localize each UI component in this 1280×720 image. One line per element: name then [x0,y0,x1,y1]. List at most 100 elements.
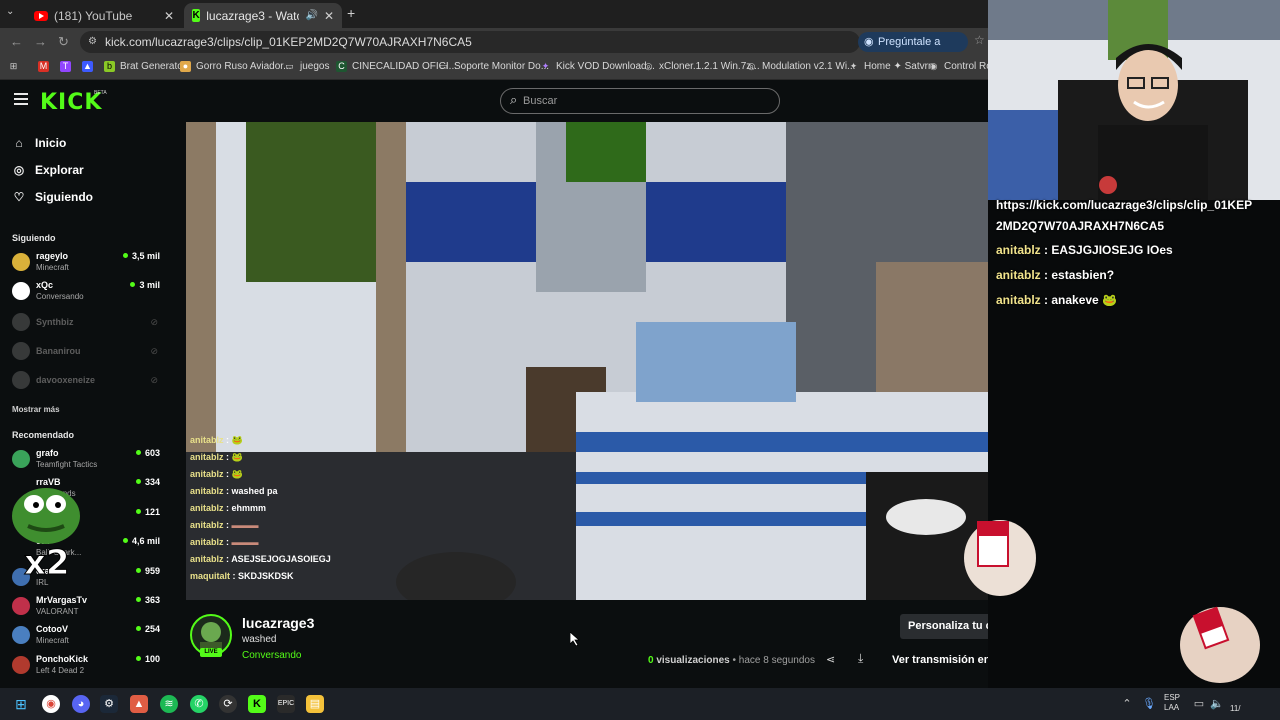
channel-name: Synthbiz [36,317,74,327]
bookmark-soporte[interactable]: ▭ Soporte Monitor Do... [438,61,549,72]
ask-google-button[interactable]: ◉ Pregúntale a Google [858,32,968,68]
heart-icon: ♡ [13,190,25,204]
speaker-icon[interactable]: 🔊 [305,10,317,21]
spotify-icon[interactable]: ≋ [160,695,178,713]
reload-icon[interactable]: ↻ [58,34,69,50]
browser-tab-bar: ⌄ (181) YouTube ✕ K lucazrage3 - Watch c… [0,0,988,28]
viewer-count: 3,5 mil [123,251,160,261]
chat-line: anitablz : washed pa [190,486,278,496]
sidebar-channel-bananirou[interactable]: Bananirou ⊘ [12,339,160,365]
sidebar-channel-synthbiz[interactable]: Synthbiz ⊘ [12,310,160,336]
hands-sticker [1180,606,1260,683]
download-icon[interactable]: ⤓ [858,651,863,666]
tab-label: lucazrage3 - Watch clips on [206,8,299,23]
chat-line: anitablz : ASEJSEJOGJASOIEGJ [190,554,331,564]
overlay-chat: anitablz : 🐸 anitablz : 🐸 anitablz : 🐸 a… [190,432,388,585]
channel-category: Left 4 Dead 2 [36,666,85,675]
bookmark-modulation[interactable]: ◎ Modulation v2.1 Wi... [746,61,856,72]
sidebar-channel-grafo[interactable]: grafo Teamfight Tactics 603 [12,447,160,473]
channel-name[interactable]: lucazrage3 [242,615,314,631]
bookmark-brat[interactable]: b Brat Generator [104,61,186,72]
windows-taskbar: ⊞ ◉ ◕ ⚙ ▲ ≋ ✆ ⟳ K EPIC ▤ ⌃ 🎙 ESP LAA ▭ 🔈… [0,688,1280,720]
offline-icon: ⊘ [150,375,158,385]
sidebar-channel-davooxeneize[interactable]: davooxeneize ⊘ [12,368,160,394]
back-icon[interactable]: ← [10,34,23,49]
windows-start-icon[interactable]: ⊞ [12,695,30,713]
forward-icon[interactable]: → [34,34,47,49]
youtube-icon [34,10,48,21]
sidebar-channel-mrvargastv[interactable]: MrVargasTv VALORANT 363 [12,594,160,620]
bookmarks-bar: ⊞ M T ▲ b Brat Generator ● Gorro Ruso Avia… [0,56,1001,80]
gmail-icon[interactable]: M [38,61,49,72]
app-icon[interactable]: ▲ [130,695,148,713]
bookmark-juegos[interactable]: ▭ juegos [284,61,329,72]
app-icon[interactable]: ⟳ [219,695,237,713]
clip-category[interactable]: Conversando [242,650,301,661]
chat-link-line: 2MD2Q7W70AJRAXH7N6CA5 [996,219,1165,233]
address-bar[interactable]: ⚙ kick.com/lucazrage3/clips/clip_01KEP2M… [80,31,860,53]
epic-games-icon[interactable]: EPIC [277,695,295,713]
sidebar-channel-rageylo[interactable]: rageylo Minecraft 3,5 mil [12,250,160,276]
svg-text:x2: x2 [24,543,70,582]
bookmark-kick-vod[interactable]: ✦ Kick VOD Download... [540,61,655,72]
apps-icon[interactable]: ⊞ [8,61,19,72]
sidebar-channel-xqc[interactable]: xQc Conversando 3 mil [12,279,160,305]
site-info-icon[interactable]: ⚙ [88,31,97,53]
tab-youtube[interactable]: (181) YouTube ✕ [26,3,182,28]
kick-header: KICK BETA Buscar [0,80,988,122]
lang-bottom: LAA [1164,703,1180,712]
tab-kick[interactable]: K lucazrage3 - Watch clips on 🔊 ✕ [184,3,342,28]
language-indicator[interactable]: ESP LAA [1164,693,1180,713]
viewer-count: 254 [136,624,160,634]
nav-siguiendo[interactable]: ♡ Siguiendo [13,190,93,204]
avatar [12,282,30,300]
bookmark-satvrn[interactable]: ✦ Home ✦ Satvrn [848,61,934,72]
network-icon[interactable]: ▭ [1190,695,1208,713]
nav-inicio[interactable]: ⌂ Inicio [13,136,66,150]
close-tab-icon[interactable]: ✕ [164,9,174,23]
steam-icon[interactable]: ⚙ [100,695,118,713]
menu-icon[interactable] [14,93,28,105]
microphone-icon[interactable]: 🎙 [1140,695,1158,713]
share-icon[interactable]: ⋖ [826,653,835,666]
sidebar-channel-cotoov[interactable]: CotooV Minecraft 254 [12,623,160,649]
chat-line: anitablz : 🐸 [190,452,243,462]
tab-search-icon[interactable]: ⌄ [6,6,14,17]
channel-category: Minecraft [36,263,69,272]
volume-icon[interactable]: 🔈 [1208,695,1226,713]
viewer-count: 121 [136,507,160,517]
nav-explorar[interactable]: ◎ Explorar [13,163,84,177]
bookmark-label: Soporte Monitor Do... [454,61,550,72]
bookmark-gorro[interactable]: ● Gorro Ruso Aviador... [180,61,291,72]
show-more-link[interactable]: Mostrar más [12,405,60,414]
nav-label: Explorar [35,163,84,177]
sidebar: ⌂ Inicio ◎ Explorar ♡ Siguiendo Siguiendo r… [0,122,170,688]
whatsapp-icon[interactable]: ✆ [190,695,208,713]
bookmark-label: Gorro Ruso Aviador... [196,61,292,72]
nav-label: Inicio [35,136,67,150]
bookmark-label: Brat Generator [120,61,187,72]
chat-line: anitablz : ehmmm [190,503,267,513]
clock[interactable]: 11/ [1230,704,1241,713]
bookmark-star-icon[interactable]: ☆ [974,33,985,47]
beta-badge: BETA [94,90,107,96]
clip-title: washed [242,634,277,645]
nav-label: Siguiendo [35,190,93,204]
chat-link-line: https://kick.com/lucazrage3/clips/clip_0… [996,198,1253,212]
bookmark-label: xCloner.1.2.1 Win.7z... [659,61,760,72]
kick-icon[interactable]: K [248,695,266,713]
app-icon[interactable]: ▲ [82,61,93,72]
sidebar-channel-ponchokick[interactable]: PonchoKick Left 4 Dead 2 100 [12,653,160,679]
chrome-icon[interactable]: ◉ [42,695,60,713]
chat-line: maquitalt : SKDJSKDSK [190,571,294,581]
tray-chevron-icon[interactable]: ⌃ [1118,695,1136,713]
twitch-icon[interactable]: T [60,61,71,72]
avatar [12,597,30,615]
file-explorer-icon[interactable]: ▤ [306,695,324,713]
close-tab-icon[interactable]: ✕ [324,9,334,23]
search-input[interactable]: Buscar [500,88,780,114]
channel-name: grafo [36,448,59,458]
new-tab-button[interactable]: + [347,5,355,21]
bookmark-xcloner[interactable]: ◎ xCloner.1.2.1 Win.7z... [643,61,760,72]
discord-icon[interactable]: ◕ [72,695,90,713]
